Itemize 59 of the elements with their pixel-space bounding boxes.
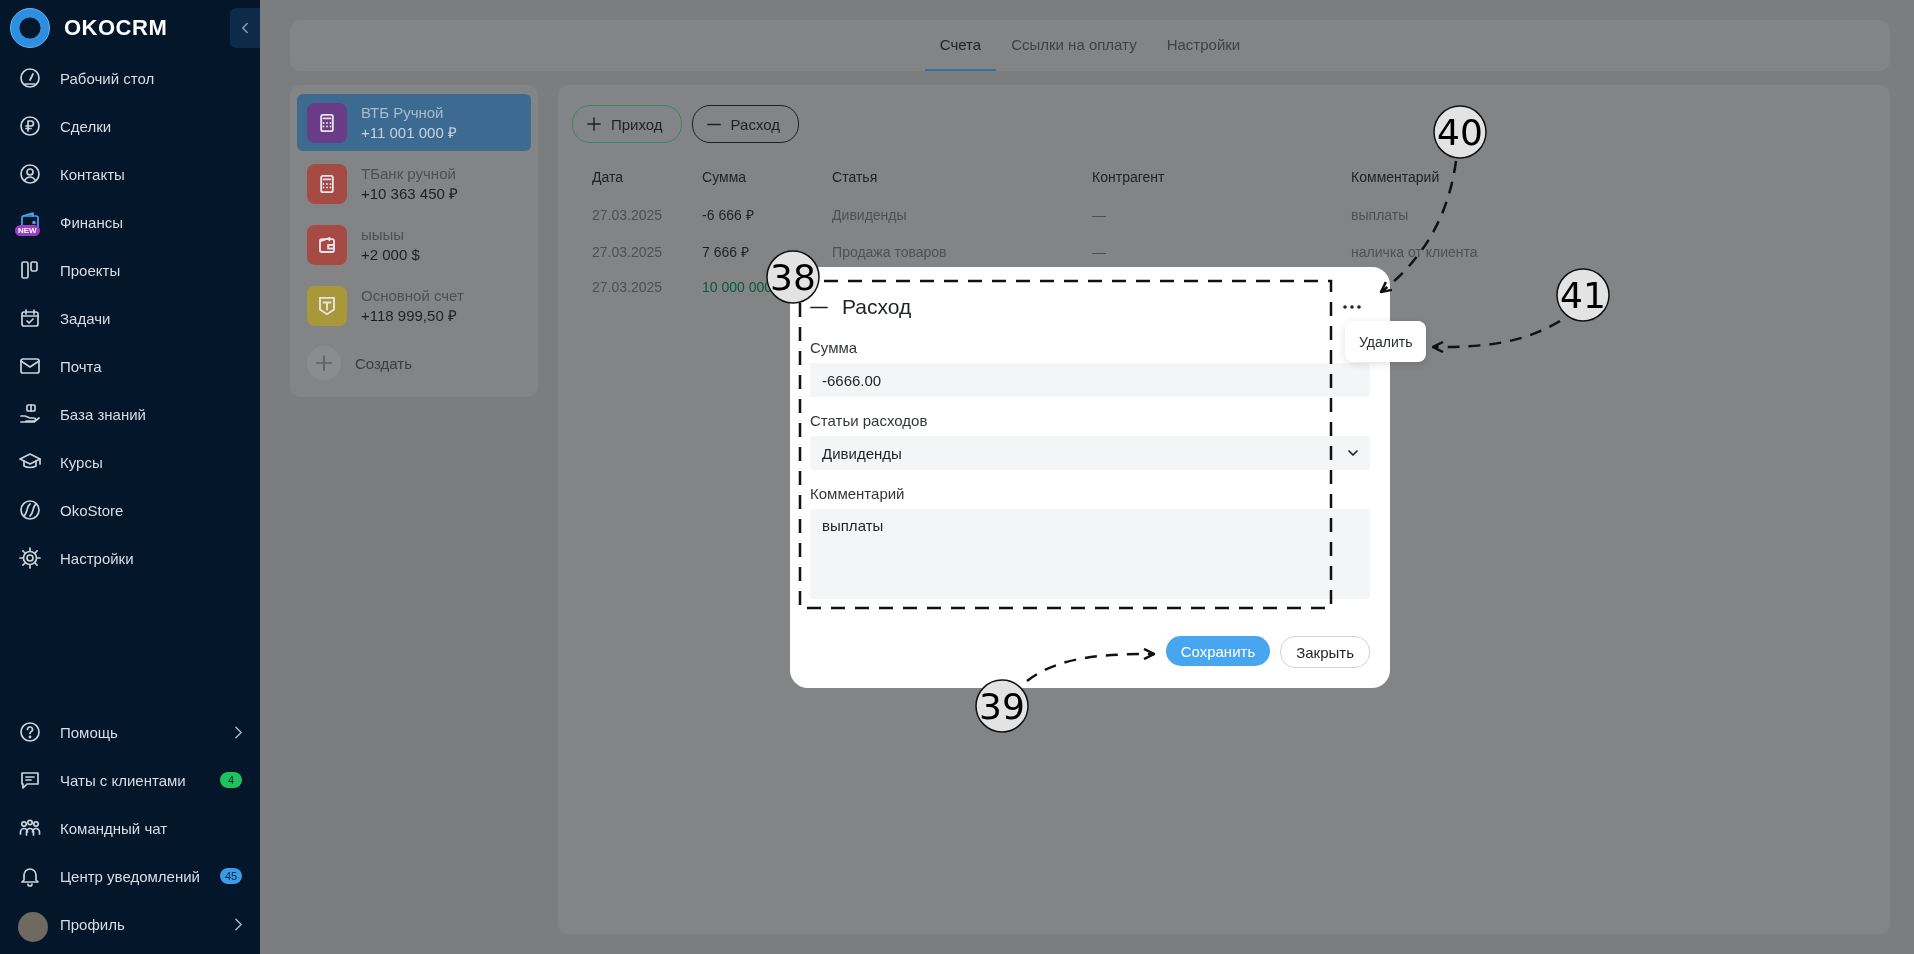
- new-badge: NEW: [15, 225, 40, 236]
- callout-marker: 40: [1433, 105, 1487, 159]
- delete-menu-item[interactable]: Удалить: [1359, 334, 1413, 350]
- nav-item[interactable]: Рабочий стол: [0, 54, 260, 102]
- nav-item[interactable]: Контакты: [0, 150, 260, 198]
- nav-item[interactable]: Настройки: [0, 534, 260, 582]
- table-header-cell-text: Статья: [831, 168, 879, 187]
- table-cell: —: [1092, 243, 1107, 260]
- nav-item[interactable]: База знаний: [0, 390, 260, 438]
- table-header-cell-text: Комментарий: [1350, 168, 1441, 187]
- avatar: [18, 912, 48, 942]
- nav-item[interactable]: Проекты: [0, 246, 260, 294]
- close-button[interactable]: Закрыть: [1280, 636, 1370, 668]
- nav-item[interactable]: Сделки: [0, 102, 260, 150]
- table-header-cell-text: Дата: [591, 168, 624, 187]
- ruble-icon: [18, 114, 42, 138]
- income-button[interactable]: Приход: [572, 105, 682, 143]
- logo-icon: [10, 8, 50, 48]
- logo-text: OKOCRM: [64, 15, 168, 41]
- field-label: Комментарий: [810, 485, 906, 502]
- nav-item[interactable]: Задачи: [0, 294, 260, 342]
- nav-item[interactable]: NEW Финансы: [0, 198, 260, 246]
- nav-item[interactable]: Почта: [0, 342, 260, 390]
- nav-item[interactable]: Чаты с клиентами 4: [0, 756, 260, 804]
- minus-icon: [810, 305, 828, 309]
- table-cell: -6 666 ₽: [702, 207, 754, 223]
- tab[interactable]: Счета: [924, 20, 997, 71]
- nav-item[interactable]: OkoStore: [0, 486, 260, 534]
- calendar-icon: [18, 306, 42, 330]
- table-cell: 7 666 ₽: [702, 244, 749, 260]
- gear-icon: [18, 546, 42, 570]
- table-header-cell-text: Контрагент: [1091, 168, 1166, 187]
- field-label: Статьи расходов: [810, 412, 929, 429]
- callout-marker: 41: [1556, 268, 1610, 322]
- comment-field[interactable]: выплаты: [810, 509, 1370, 599]
- nav-item[interactable]: Курсы: [0, 438, 260, 486]
- callout-marker: 39: [975, 679, 1029, 733]
- amount-field[interactable]: -6666.00: [810, 363, 1370, 397]
- gauge-icon: [18, 66, 42, 90]
- hand-book-icon: [18, 402, 42, 426]
- category-select[interactable]: Дивиденды: [810, 436, 1370, 470]
- modal-title: Расход: [842, 295, 913, 319]
- count-badge: 4: [220, 772, 242, 788]
- sphere-icon: [18, 498, 42, 522]
- expense-button[interactable]: Расход: [691, 105, 800, 143]
- plus-icon: [587, 117, 601, 131]
- count-badge: 45: [220, 868, 242, 884]
- nav-item[interactable]: Командный чат: [0, 804, 260, 852]
- minus-icon: [706, 122, 721, 126]
- user-icon: [18, 162, 42, 186]
- more-icon[interactable]: [1342, 304, 1362, 310]
- help-icon: [18, 720, 42, 744]
- table-header-cell-text: Сумма: [701, 168, 748, 187]
- nav-item[interactable]: Помощь: [0, 708, 260, 756]
- table-cell: —: [1092, 206, 1107, 223]
- account-item[interactable]: ВТБ Ручной +11 001 000 ₽: [297, 94, 531, 151]
- chevron-down-icon: [1348, 450, 1358, 456]
- nav-item[interactable]: Центр уведомлений 45: [0, 852, 260, 900]
- nav-item[interactable]: Профиль: [0, 900, 260, 948]
